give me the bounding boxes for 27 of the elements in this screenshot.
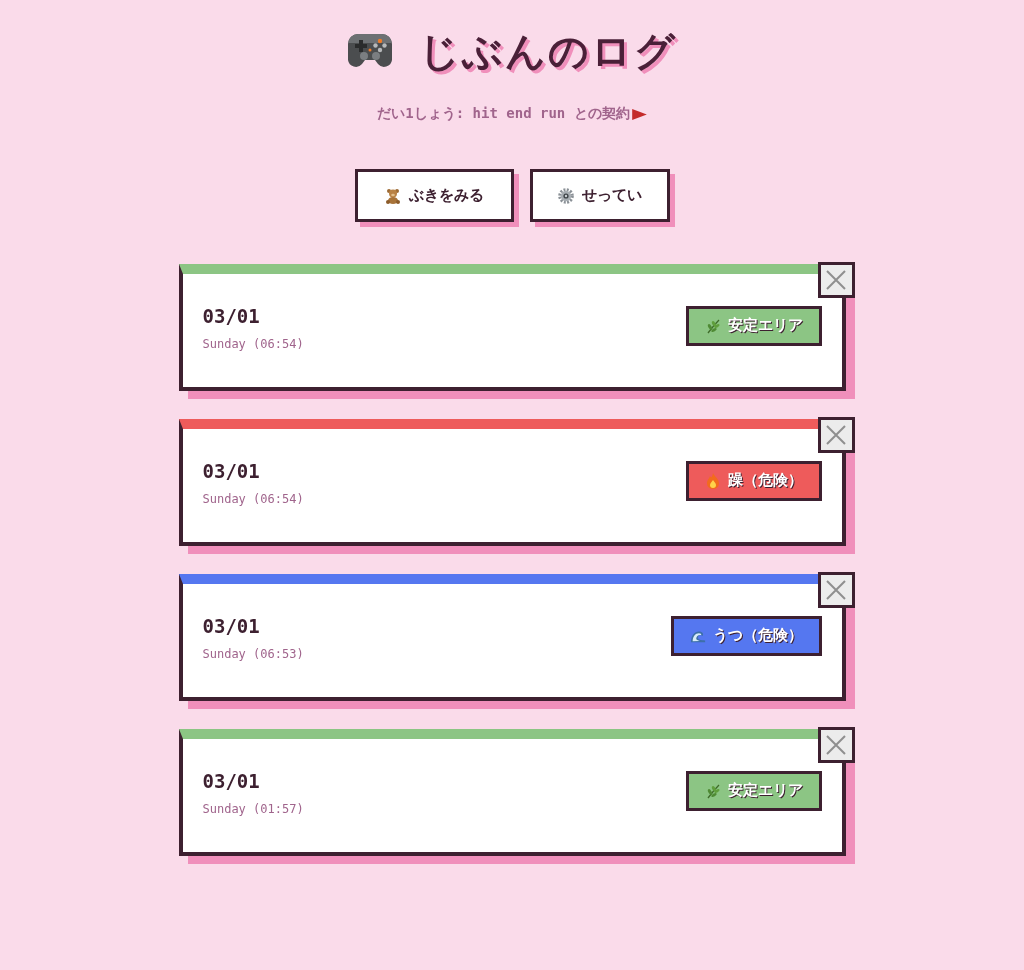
gamepad-icon: [347, 33, 393, 69]
entry-time: Sunday (06:53): [202, 647, 304, 662]
close-icon: [825, 734, 847, 756]
flame-icon: [704, 472, 721, 489]
entry-date: 03/01: [202, 460, 261, 482]
triangle-icon: [631, 108, 647, 120]
close-button[interactable]: [817, 262, 855, 298]
mood-label: 躁（危険）: [727, 471, 803, 490]
close-icon: [825, 579, 847, 601]
entry-time: Sunday (01:57): [202, 802, 304, 817]
gear-icon: [557, 187, 574, 204]
close-button[interactable]: [817, 727, 855, 763]
mood-label: 安定エリア: [727, 781, 803, 800]
chapter-subtitle: だい1しょう: hit end run との契約: [377, 105, 630, 123]
mood-label: うつ（危険）: [712, 626, 803, 645]
teddy-bear-icon: [384, 187, 401, 204]
close-button[interactable]: [817, 572, 855, 608]
entry-date: 03/01: [202, 770, 261, 792]
close-icon: [825, 269, 847, 291]
mood-label: 安定エリア: [727, 316, 803, 335]
page-title: じぶんのログ: [419, 27, 677, 76]
entry-time: Sunday (06:54): [202, 337, 304, 352]
close-icon: [825, 424, 847, 446]
entry-date: 03/01: [202, 615, 261, 637]
entry-time: Sunday (06:54): [202, 492, 304, 507]
entry-date: 03/01: [202, 305, 261, 327]
close-button[interactable]: [817, 417, 855, 453]
